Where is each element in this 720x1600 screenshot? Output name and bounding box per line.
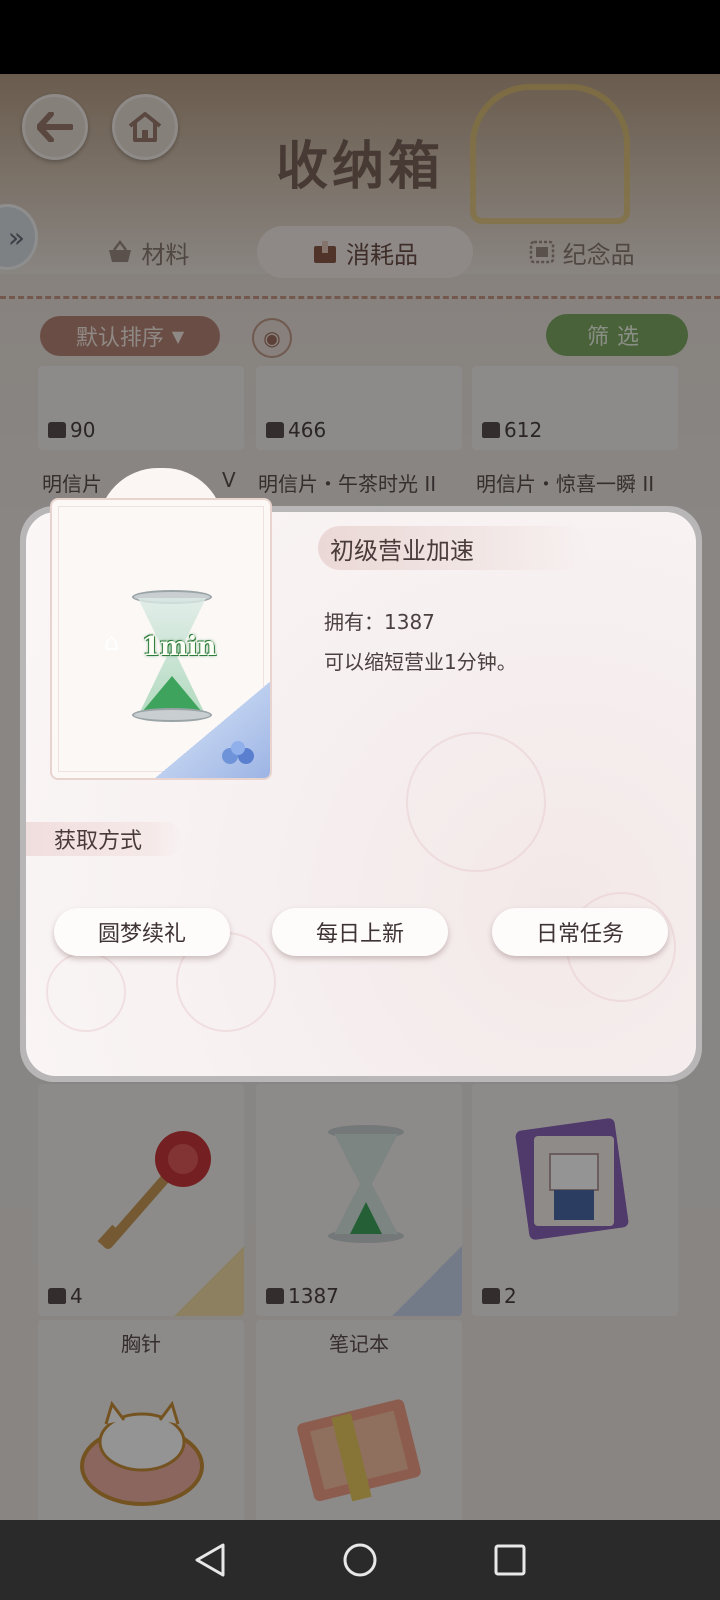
flower-decoration — [406, 732, 546, 872]
source-button-daily-task[interactable]: 日常任务 — [492, 908, 668, 956]
square-recents-icon — [494, 1544, 526, 1576]
source-button-daily-new[interactable]: 每日上新 — [272, 908, 448, 956]
item-preview-frame: ⌂ 1min — [50, 468, 272, 780]
gem-icon — [222, 741, 254, 764]
system-nav-bar — [0, 1520, 720, 1600]
owned-count: 拥有：1387 — [324, 610, 435, 634]
circle-home-icon — [343, 1543, 377, 1577]
status-bar — [0, 0, 720, 74]
item-description: 可以缩短营业1分钟。 — [324, 650, 517, 674]
nav-home-button[interactable] — [330, 1530, 390, 1590]
flower-decoration — [46, 952, 126, 1032]
duration-badge: 1min — [142, 632, 217, 662]
nav-back-button[interactable] — [180, 1530, 240, 1590]
nav-recents-button[interactable] — [480, 1530, 540, 1590]
shop-icon: ⌂ — [104, 628, 120, 656]
source-section-title: 获取方式 — [26, 822, 182, 856]
triangle-back-icon — [195, 1543, 225, 1577]
item-name: 初级营业加速 — [318, 526, 588, 570]
source-button-dream-gift[interactable]: 圆梦续礼 — [54, 908, 230, 956]
